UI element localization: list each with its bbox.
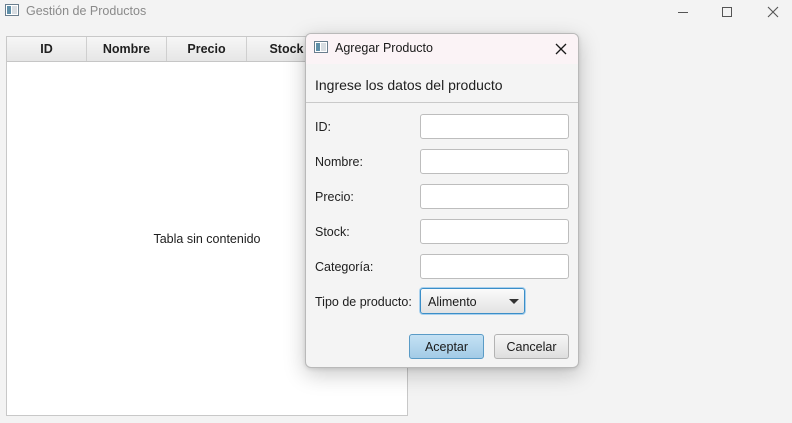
close-icon	[767, 6, 779, 18]
precio-field[interactable]	[420, 184, 569, 209]
add-product-dialog: Agregar Producto Ingrese los datos del p…	[305, 33, 579, 368]
app-icon	[5, 4, 19, 16]
tipo-producto-label: Tipo de producto:	[315, 295, 412, 309]
dialog-header-text: Ingrese los datos del producto	[315, 77, 503, 93]
id-label: ID:	[315, 120, 331, 134]
tipo-producto-value: Alimento	[428, 295, 477, 309]
column-header-nombre[interactable]: Nombre	[87, 37, 167, 61]
maximize-button[interactable]	[704, 0, 750, 24]
categoria-field[interactable]	[420, 254, 569, 279]
accept-button[interactable]: Aceptar	[409, 334, 484, 359]
window-title: Gestión de Productos	[26, 4, 147, 18]
nombre-label: Nombre:	[315, 155, 363, 169]
dialog-title: Agregar Producto	[335, 41, 433, 55]
main-title-bar: Gestión de Productos	[0, 0, 792, 24]
dialog-app-icon	[314, 41, 328, 53]
dialog-header: Ingrese los datos del producto	[306, 64, 578, 103]
stock-field[interactable]	[420, 219, 569, 244]
dialog-title-bar: Agregar Producto	[306, 34, 578, 64]
stock-label: Stock:	[315, 225, 350, 239]
precio-label: Precio:	[315, 190, 354, 204]
maximize-icon	[722, 7, 732, 17]
column-header-precio[interactable]: Precio	[167, 37, 247, 61]
categoria-label: Categoría:	[315, 260, 374, 274]
close-window-button[interactable]	[750, 0, 792, 24]
chevron-down-icon	[509, 299, 519, 304]
id-field[interactable]	[420, 114, 569, 139]
minimize-button[interactable]	[660, 0, 706, 24]
dialog-close-button[interactable]	[552, 40, 570, 58]
column-header-id[interactable]: ID	[7, 37, 87, 61]
cancel-button[interactable]: Cancelar	[494, 334, 569, 359]
nombre-field[interactable]	[420, 149, 569, 174]
minimize-icon	[678, 11, 688, 13]
close-icon	[555, 43, 567, 55]
tipo-producto-select[interactable]: Alimento	[420, 288, 525, 314]
